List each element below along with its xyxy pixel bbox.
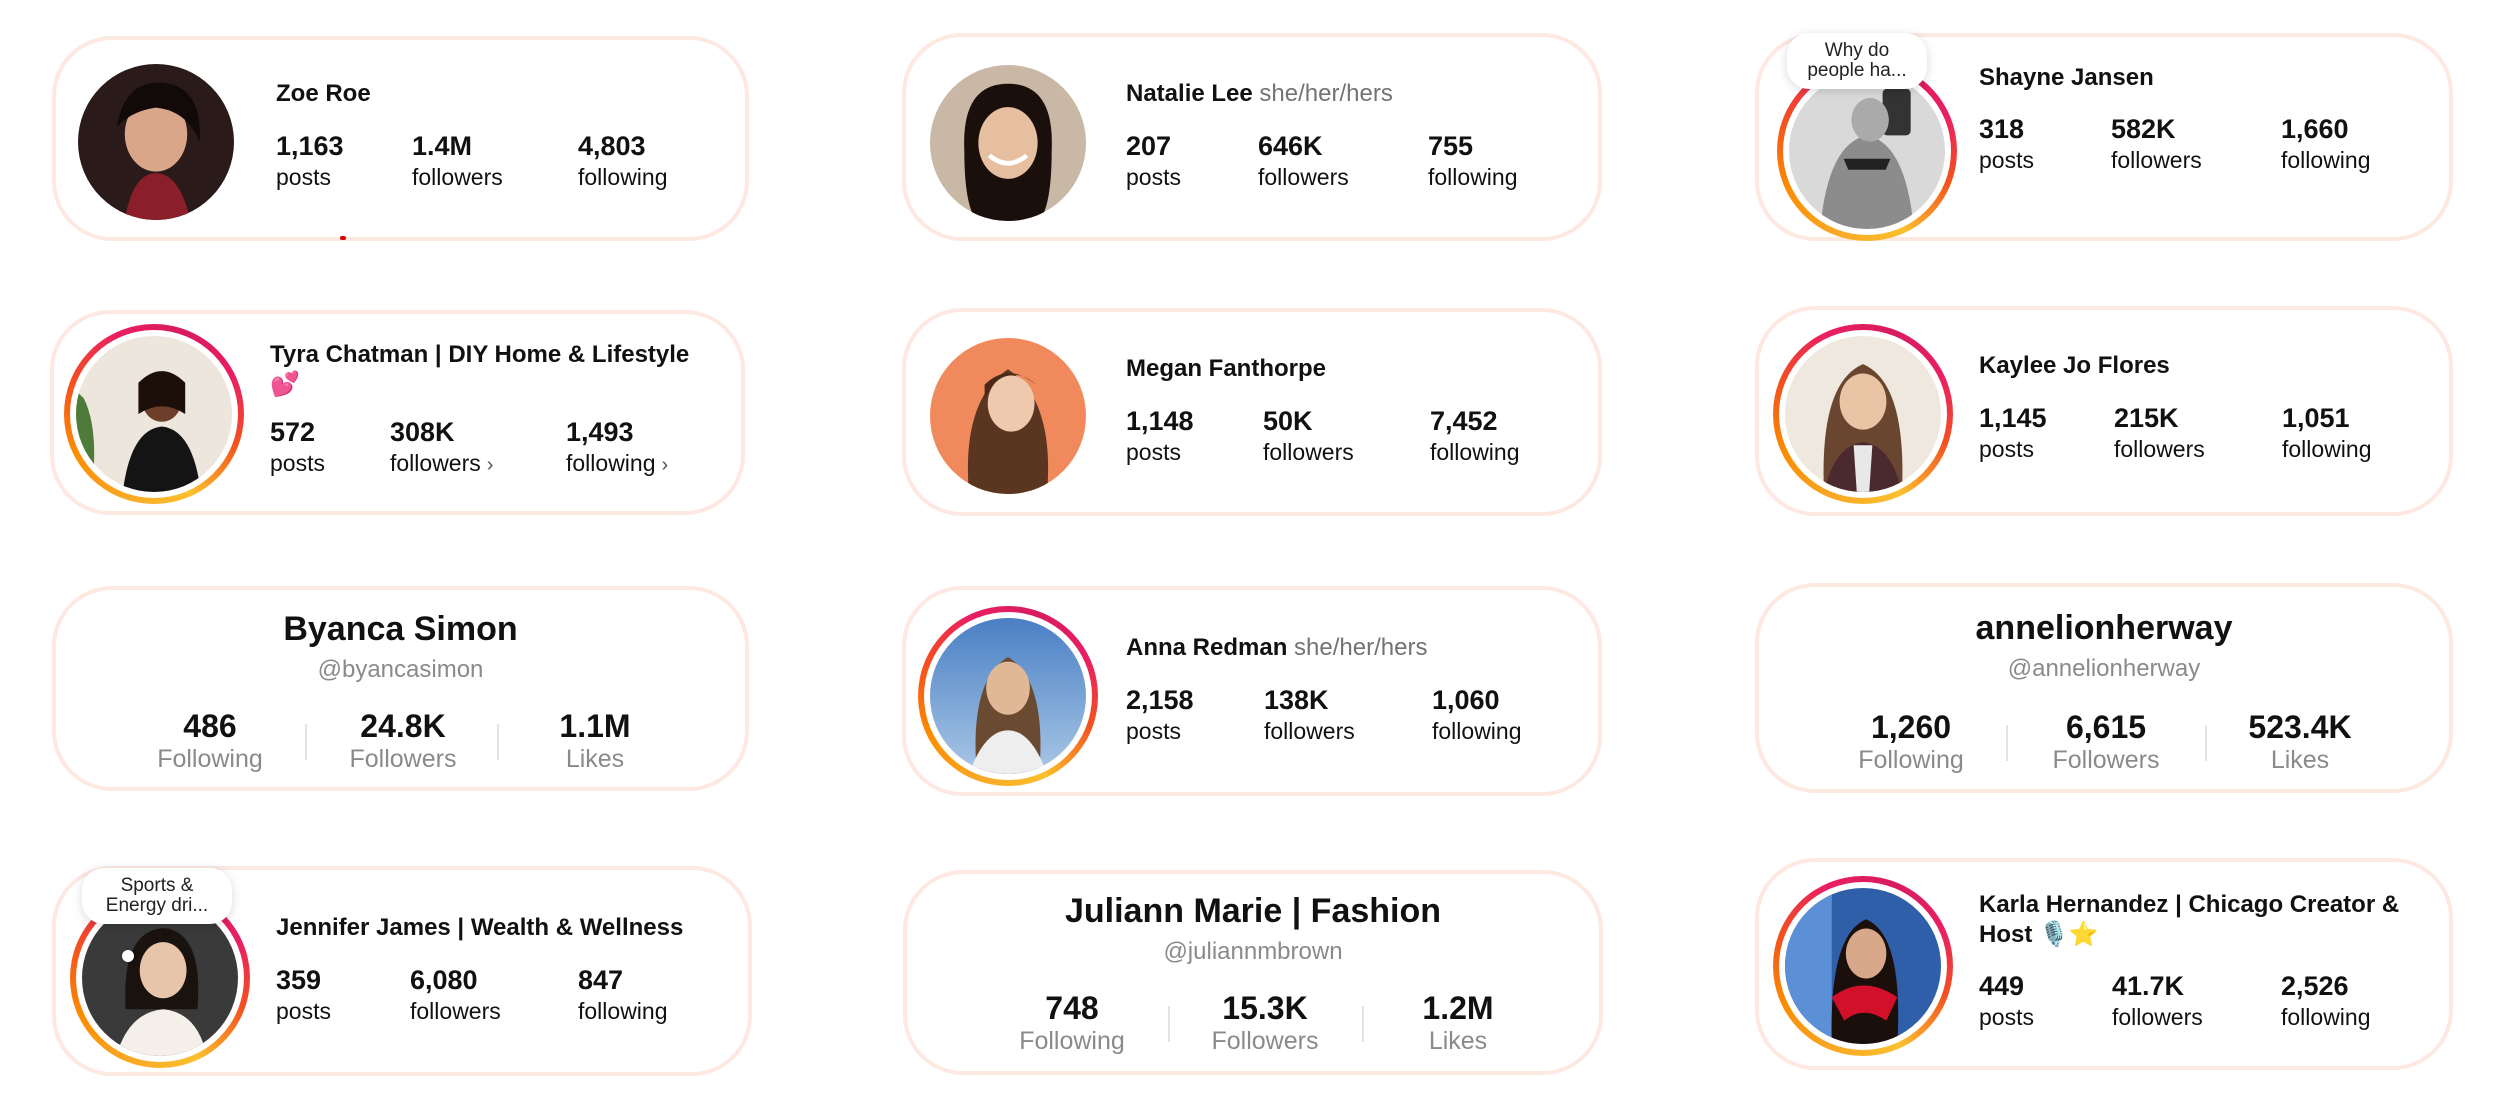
stat-likes: 1.2M Likes — [1422, 990, 1494, 1055]
profile-card-kaylee-jo-flores[interactable]: Kaylee Jo Flores 1,145 posts 215K follower… — [1755, 306, 2453, 516]
stat-posts: 318 posts — [1979, 114, 2034, 173]
profile-name: Byanca Simon — [283, 610, 518, 648]
stat-following[interactable]: 1,051 following — [2282, 402, 2372, 464]
stat-following[interactable]: 748 Following — [982, 990, 1162, 1056]
stat-followers[interactable]: 41.7K followers — [2112, 970, 2203, 1032]
note-bubble-tail — [122, 950, 134, 962]
profile-card-anna-redman[interactable]: Anna Redman she/her/hers 2,158 posts 138K… — [902, 586, 1602, 796]
avatar[interactable] — [930, 65, 1086, 221]
profile-name: Shayne Jansen — [1979, 64, 2154, 91]
stat-followers[interactable]: 646K followers — [1258, 130, 1349, 192]
stat-followers[interactable]: 1.4M followers — [412, 130, 503, 192]
stat-following[interactable]: 1,660 following — [2281, 113, 2371, 175]
story-ring[interactable] — [918, 606, 1098, 786]
profile-card-karla-hernandez[interactable]: Karla Hernandez | Chicago Creator & Host… — [1755, 858, 2453, 1070]
stat-following[interactable]: 847 following — [578, 964, 668, 1026]
pronouns: she/her/hers — [1294, 634, 1428, 661]
profile-name: Jennifer James | Wealth & Wellness — [276, 914, 684, 941]
stat-posts: 359 posts — [276, 965, 331, 1024]
stat-followers[interactable]: 215K followers — [2114, 402, 2205, 464]
stat-followers[interactable]: 138K followers — [1264, 684, 1355, 746]
profile-card-tyra-chatman[interactable]: Tyra Chatman | DIY Home & Lifestyle 💕 57… — [50, 310, 745, 515]
stat-followers[interactable]: 24.8K Followers — [313, 708, 493, 774]
profile-name: Karla Hernandez | Chicago Creator & Host… — [1979, 891, 2400, 948]
profile-name: Kaylee Jo Flores — [1979, 352, 2170, 379]
profile-name: Zoe Roe — [276, 80, 371, 107]
profile-name: Juliann Marie | Fashion — [1064, 892, 1442, 930]
stat-likes: 523.4K Likes — [2248, 709, 2352, 774]
stat-posts: 572 posts — [270, 417, 325, 476]
profile-card-juliann-marie[interactable]: Juliann Marie | Fashion @juliannmbrown 7… — [903, 870, 1603, 1075]
chevron-right-icon: › — [661, 454, 669, 476]
profile-name: Tyra Chatman | DIY Home & Lifestyle 💕 — [270, 341, 690, 398]
stat-following[interactable]: 1,060 following — [1432, 684, 1522, 746]
stat-following[interactable]: 755 following — [1428, 130, 1518, 192]
stat-followers[interactable]: 6,080 followers — [410, 964, 501, 1026]
stat-divider — [2006, 725, 2008, 761]
profile-name: Anna Redman she/her/hers — [1126, 634, 1428, 661]
stat-followers[interactable]: 50K followers — [1263, 405, 1354, 467]
stat-posts: 449 posts — [1979, 971, 2034, 1030]
note-bubble[interactable]: Sports & Energy dri... — [82, 868, 232, 924]
profile-handle: @juliannmbrown — [1163, 938, 1343, 965]
profile-handle: @annelionherway — [2007, 655, 2201, 682]
avatar[interactable] — [930, 338, 1086, 494]
stat-posts: 2,158 posts — [1126, 685, 1194, 744]
avatar[interactable] — [1789, 73, 1945, 229]
stat-divider — [1362, 1006, 1364, 1042]
stat-posts: 207 posts — [1126, 131, 1181, 190]
stat-following[interactable]: 2,526 following — [2281, 970, 2371, 1032]
profile-card-zoe-roe[interactable]: Zoe Roe 1,163 posts 1.4M followers 4,803 fo… — [52, 36, 749, 241]
profile-card-jennifer-james[interactable]: Sports & Energy dri... Jennifer James | … — [52, 866, 752, 1076]
stat-following[interactable]: 1,260 Following — [1821, 709, 2001, 775]
profile-name: Natalie Lee she/her/hers — [1126, 80, 1393, 107]
avatar[interactable] — [1785, 888, 1941, 1044]
stat-followers[interactable]: 308K followers › — [390, 416, 493, 480]
profile-name: Megan Fanthorpe — [1126, 355, 1327, 382]
stat-divider — [497, 724, 499, 760]
stat-posts: 1,145 posts — [1979, 403, 2047, 462]
note-bubble[interactable]: Why do people ha... — [1787, 33, 1927, 89]
pronouns: she/her/hers — [1259, 80, 1393, 107]
stat-followers[interactable]: 582K followers — [2111, 113, 2202, 175]
profile-card-annelionherway[interactable]: annelionherway @annelionherway 1,260 Foll… — [1755, 583, 2453, 793]
profile-card-shayne-jansen[interactable]: Why do people ha... Shayne Jansen 318 pos… — [1755, 33, 2453, 241]
story-ring[interactable] — [1773, 876, 1953, 1056]
stat-divider — [1168, 1006, 1170, 1042]
avatar[interactable] — [78, 64, 234, 220]
stat-followers[interactable]: 6,615 Followers — [2016, 709, 2196, 775]
story-ring[interactable] — [1773, 324, 1953, 504]
profile-name: annelionherway — [1975, 609, 2233, 647]
stat-following[interactable]: 7,452 following — [1430, 405, 1520, 467]
stat-following[interactable]: 1,493 following › — [566, 416, 668, 480]
stray-mark — [340, 236, 346, 240]
avatar[interactable] — [1785, 336, 1941, 492]
profile-card-byanca-simon[interactable]: Byanca Simon @byancasimon 486 Following 2… — [52, 586, 749, 791]
profile-card-megan-fanthorpe[interactable]: Megan Fanthorpe 1,148 posts 50K followers … — [902, 308, 1602, 516]
profile-handle: @byancasimon — [317, 656, 484, 683]
story-ring[interactable] — [64, 324, 244, 504]
stat-posts: 1,148 posts — [1126, 406, 1194, 465]
avatar[interactable] — [76, 336, 232, 492]
stat-divider — [305, 724, 307, 760]
stat-posts: 1,163 posts — [276, 131, 344, 190]
stat-following[interactable]: 486 Following — [120, 708, 300, 774]
stat-following[interactable]: 4,803 following — [578, 130, 668, 192]
chevron-right-icon: › — [486, 454, 494, 476]
stat-divider — [2205, 725, 2207, 761]
profile-card-natalie-lee[interactable]: Natalie Lee she/her/hers 207 posts 646K fo… — [902, 33, 1602, 241]
avatar[interactable] — [930, 618, 1086, 774]
stat-followers[interactable]: 15.3K Followers — [1175, 990, 1355, 1056]
stat-likes: 1.1M Likes — [559, 708, 631, 773]
